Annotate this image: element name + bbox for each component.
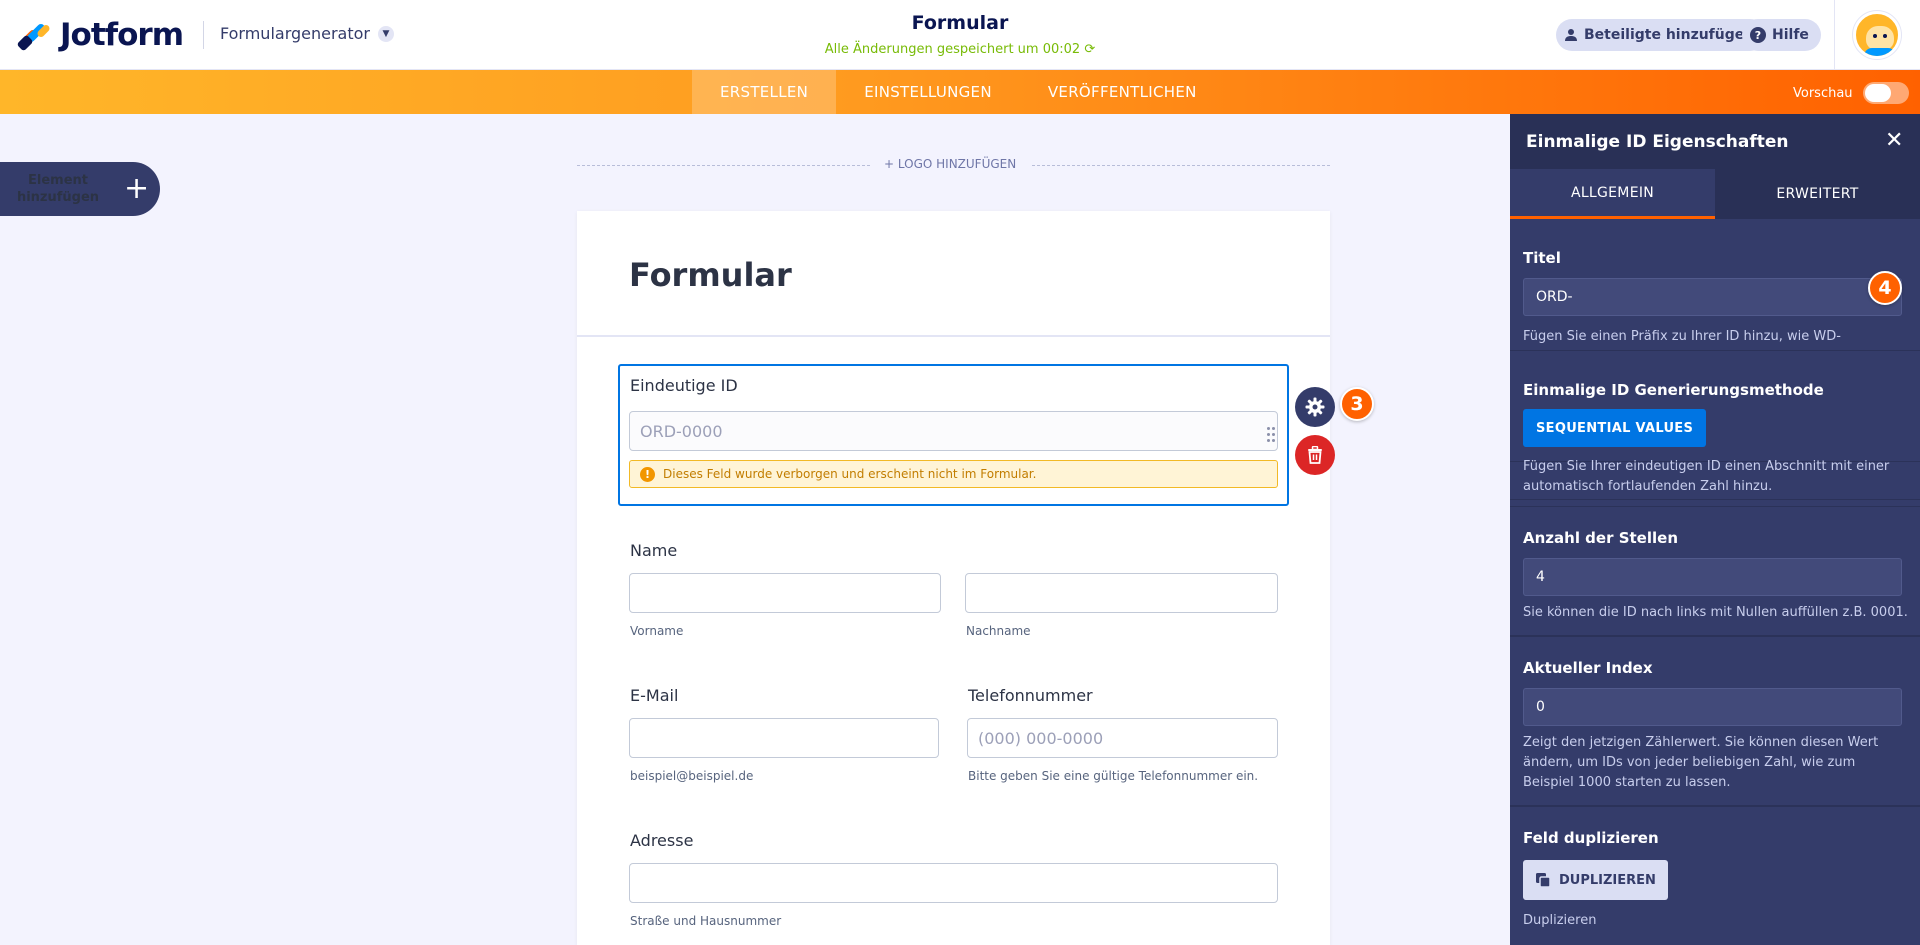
digits-label: Anzahl der Stellen — [1523, 529, 1678, 547]
tab-general[interactable]: ALLGEMEIN — [1510, 169, 1715, 219]
warning-icon: ! — [640, 466, 655, 482]
trash-icon — [1308, 446, 1322, 464]
user-icon — [1565, 29, 1577, 41]
tab-build[interactable]: ERSTELLEN — [692, 70, 837, 114]
chevron-down-icon: ▼ — [378, 25, 394, 42]
phone-label: Telefonnummer — [968, 686, 1093, 705]
copy-icon — [1536, 873, 1551, 888]
name-label: Name — [630, 541, 678, 560]
last-name-sublabel: Nachname — [966, 624, 1031, 638]
form-title[interactable]: Formular — [760, 12, 1160, 34]
sequential-values-button[interactable]: SEQUENTIAL VALUES — [1523, 409, 1707, 447]
phone-input[interactable]: (000) 000-0000 — [967, 718, 1278, 758]
form-builder-label: Formulargenerator — [220, 24, 370, 43]
brand-name: Jotform — [60, 17, 184, 53]
current-index-label: Aktueller Index — [1523, 659, 1653, 677]
title-field-input[interactable]: ORD- — [1523, 278, 1902, 316]
preview-control: Vorschau — [1793, 82, 1909, 104]
street-address-sublabel: Straße und Hausnummer — [630, 914, 782, 928]
current-index-input[interactable]: 0 — [1523, 688, 1902, 726]
header-divider — [203, 21, 204, 49]
plus-icon: + — [124, 171, 150, 206]
digits-input[interactable]: 4 — [1523, 558, 1902, 596]
add-collaborators-label: Beteiligte hinzufügen — [1584, 27, 1755, 43]
phone-placeholder: (000) 000-0000 — [978, 728, 1104, 748]
drag-handle-icon[interactable] — [1267, 427, 1277, 445]
gear-icon — [1305, 397, 1325, 417]
step-badge-4: 4 — [1868, 271, 1902, 305]
delete-field-button[interactable] — [1295, 435, 1335, 475]
add-logo-button[interactable]: + LOGO HINZUFÜGEN — [870, 157, 1031, 171]
section-duplicate: Feld duplizieren DUPLIZIEREN Duplizieren — [1510, 806, 1920, 945]
save-status: Alle Änderungen gespeichert um 00:02 ⟳ — [824, 42, 1096, 57]
id-method-help: Fügen Sie Ihrer eindeutigen ID einen Abs… — [1523, 459, 1890, 494]
add-collaborators-button[interactable]: Beteiligte hinzufügen — [1556, 19, 1767, 51]
unique-id-label: Eindeutige ID — [630, 376, 738, 395]
builder-tabs: ERSTELLEN EINSTELLUNGEN VERÖFFENTLICHEN — [692, 70, 1225, 114]
jotform-logo[interactable]: Jotform — [16, 15, 184, 55]
street-address-input[interactable] — [629, 863, 1278, 903]
email-input[interactable] — [629, 718, 939, 758]
hidden-field-warning-text: Dieses Feld wurde verborgen und erschein… — [663, 467, 1037, 481]
email-sublabel: beispiel@beispiel.de — [630, 769, 754, 783]
form-title-block: Formular Alle Änderungen gespeichert um … — [760, 12, 1160, 57]
builder-nav-bar: ERSTELLEN EINSTELLUNGEN VERÖFFENTLICHEN … — [0, 70, 1920, 114]
section-current-index: Aktueller Index 0 Zeigt den jetzigen Zäh… — [1510, 636, 1920, 806]
panel-header: Einmalige ID Eigenschaften ✕ — [1510, 114, 1920, 169]
duplicate-label: Feld duplizieren — [1523, 829, 1659, 847]
unique-id-placeholder: ORD-0000 — [640, 421, 723, 441]
preview-label: Vorschau — [1793, 85, 1853, 101]
panel-tabs: ALLGEMEIN ERWEITERT — [1510, 169, 1920, 219]
digits-value: 4 — [1536, 569, 1545, 585]
duplicate-button-label: DUPLIZIEREN — [1559, 872, 1656, 888]
heading-divider — [577, 335, 1330, 337]
title-field-value: ORD- — [1536, 289, 1573, 305]
question-icon: ? — [1750, 27, 1766, 43]
hidden-field-warning: ! Dieses Feld wurde verborgen und ersche… — [629, 460, 1278, 488]
tab-settings[interactable]: EINSTELLUNGEN — [836, 70, 1020, 114]
phone-sublabel: Bitte geben Sie eine gültige Telefonnumm… — [968, 769, 1259, 783]
close-icon[interactable]: ✕ — [1885, 128, 1903, 153]
form-heading[interactable]: Formular — [629, 256, 792, 294]
first-name-sublabel: Vorname — [630, 624, 684, 638]
add-element-label: Element hinzufügen — [16, 173, 100, 205]
title-field-help: Fügen Sie einen Präfix zu Ihrer ID hinzu… — [1523, 329, 1841, 344]
section-digits: Anzahl der Stellen 4 Sie können die ID n… — [1510, 506, 1920, 636]
preview-toggle[interactable] — [1862, 82, 1909, 104]
first-name-input[interactable] — [629, 573, 941, 613]
header-divider-right — [1834, 0, 1835, 70]
user-avatar[interactable] — [1853, 11, 1901, 59]
email-label: E-Mail — [630, 686, 679, 705]
form-card: Formular Eindeutige ID ORD-0000 ! Dieses… — [577, 211, 1330, 945]
field-properties-button[interactable] — [1295, 387, 1335, 427]
jotform-logo-icon — [16, 18, 51, 52]
section-id-method: Einmalige ID Generierungsmethode SEQUENT… — [1510, 350, 1920, 500]
tab-publish[interactable]: VERÖFFENTLICHEN — [1020, 70, 1225, 114]
current-index-value: 0 — [1536, 699, 1545, 715]
tab-advanced[interactable]: ERWEITERT — [1715, 169, 1920, 219]
properties-panel: Einmalige ID Eigenschaften ✕ ALLGEMEIN E… — [1510, 114, 1920, 945]
step-badge-3: 3 — [1340, 387, 1374, 421]
current-index-help: Zeigt den jetzigen Zählerwert. Sie könne… — [1523, 735, 1879, 790]
help-label: Hilfe — [1772, 27, 1809, 43]
id-method-label: Einmalige ID Generierungsmethode — [1523, 381, 1824, 399]
title-field-label: Titel — [1523, 249, 1561, 267]
panel-title: Einmalige ID Eigenschaften — [1526, 132, 1789, 152]
help-button[interactable]: ? Hilfe — [1742, 19, 1821, 51]
digits-help: Sie können die ID nach links mit Nullen … — [1523, 605, 1908, 620]
unique-id-input[interactable]: ORD-0000 — [629, 411, 1278, 451]
form-builder-dropdown[interactable]: Formulargenerator ▼ — [220, 24, 394, 43]
add-element-button[interactable]: Element hinzufügen + — [0, 162, 160, 216]
last-name-input[interactable] — [965, 573, 1278, 613]
top-header: Jotform Formulargenerator ▼ Formular All… — [0, 0, 1920, 70]
address-label: Adresse — [630, 831, 694, 850]
duplicate-button[interactable]: DUPLIZIEREN — [1523, 860, 1668, 900]
duplicate-help: Duplizieren — [1523, 913, 1597, 928]
